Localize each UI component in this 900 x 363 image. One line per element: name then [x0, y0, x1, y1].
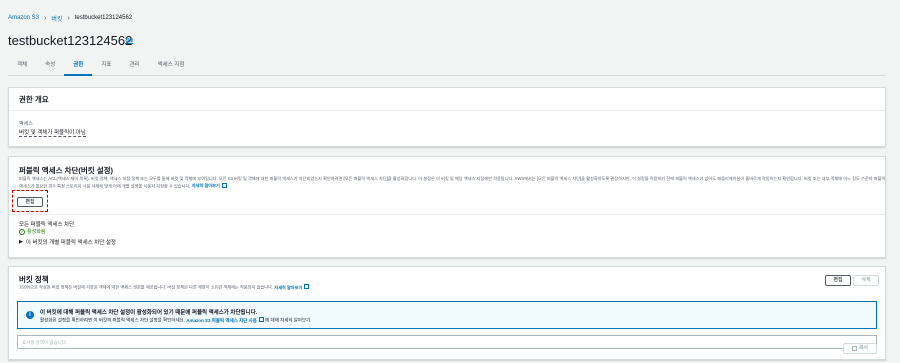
external-link-icon [258, 317, 264, 322]
bucket-policy-description: JSON으로 작성된 버킷 정책은 버킷에 저장된 객체에 대한 액세스 권한을… [19, 284, 310, 291]
block-public-access-description: 퍼블릭 액세스는 ACL(액세스 제어 목록), 버킷 정책, 액세스 지점 정… [19, 176, 886, 188]
tab-bar: 객체 속성 권한 지표 관리 액세스 지점 [8, 56, 886, 76]
learn-more-link[interactable]: 자세히 알아보기 [274, 284, 310, 290]
block-all-status: ✓ 활성화됨 [19, 228, 46, 235]
alert-text: 활성화된 설정을 확인하려면 이 버킷의 퍼블릭 액세스 차단 설정을 확인하세… [40, 317, 311, 323]
bucket-policy-panel: 버킷 정책 JSON으로 작성된 버킷 정책은 버킷에 저장된 객체에 대한 액… [8, 266, 886, 360]
access-value: 버킷 및 객체가 퍼블릭이 아님 [19, 130, 86, 137]
copy-icon [851, 346, 857, 351]
tab-properties[interactable]: 속성 [36, 56, 64, 76]
info-alert: i 이 버킷에 대해 퍼블릭 액세스 차단 설정이 활성화되어 있기 때문에 퍼… [17, 301, 877, 329]
divider [9, 110, 885, 111]
tab-metrics[interactable]: 지표 [92, 56, 120, 76]
learn-more-link[interactable]: 자세히 알아보기 [192, 182, 227, 188]
alert-title: 이 버킷에 대해 퍼블릭 액세스 차단 설정이 활성화되어 있기 때문에 퍼블릭… [40, 310, 258, 316]
check-circle-icon: ✓ [19, 228, 25, 235]
individual-settings-expander[interactable]: ▶ 이 버킷의 개별 퍼블릭 액세스 차단 설정 [19, 238, 116, 246]
access-label: 액세스 [19, 121, 33, 127]
delete-bucket-policy-button[interactable]: 삭제 [853, 275, 879, 286]
alert-link[interactable]: Amazon S3 퍼블릭 액세스 차단 사용 [186, 317, 264, 323]
external-link-icon [304, 284, 310, 289]
external-link-icon [221, 182, 227, 188]
panel-title: 권한 개요 [19, 95, 49, 104]
permissions-overview-panel: 권한 개요 액세스 버킷 및 객체가 퍼블릭이 아님 [8, 87, 886, 147]
caret-right-icon: ▶ [19, 239, 23, 245]
empty-policy-text: 표시할 정책이 없습니다. [22, 339, 68, 345]
tab-management[interactable]: 관리 [121, 56, 149, 76]
breadcrumb-buckets[interactable]: 버킷 [51, 14, 62, 23]
info-link[interactable]: 정보 [125, 38, 133, 44]
tab-access-points[interactable]: 액세스 지점 [149, 56, 194, 76]
tab-permissions[interactable]: 권한 [64, 56, 93, 76]
tab-objects[interactable]: 객체 [8, 56, 36, 76]
edit-bucket-policy-button[interactable]: 편집 [825, 275, 851, 286]
breadcrumb-s3[interactable]: Amazon S3 [8, 15, 39, 21]
breadcrumb-current: testbucket123124562 [74, 15, 133, 21]
info-icon: i [26, 311, 34, 319]
highlight-box [12, 190, 48, 212]
copy-button[interactable]: 복사 [843, 343, 877, 354]
block-public-access-panel: 퍼블릭 액세스 차단(버킷 설정) 퍼블릭 액세스는 ACL(액세스 제어 목록… [8, 156, 886, 258]
divider [9, 214, 885, 215]
block-all-label: 모든 퍼블릭 액세스 차단 [19, 222, 75, 228]
panel-title: 퍼블릭 액세스 차단(버킷 설정) [19, 166, 114, 175]
page-title: testbucket123124562 [8, 33, 133, 48]
chevron-right-icon: › [67, 14, 70, 22]
policy-editor[interactable]: 표시할 정책이 없습니다. [17, 335, 877, 349]
breadcrumb: Amazon S3 › 버킷 › testbucket123124562 [8, 12, 132, 24]
chevron-right-icon: › [44, 14, 47, 22]
